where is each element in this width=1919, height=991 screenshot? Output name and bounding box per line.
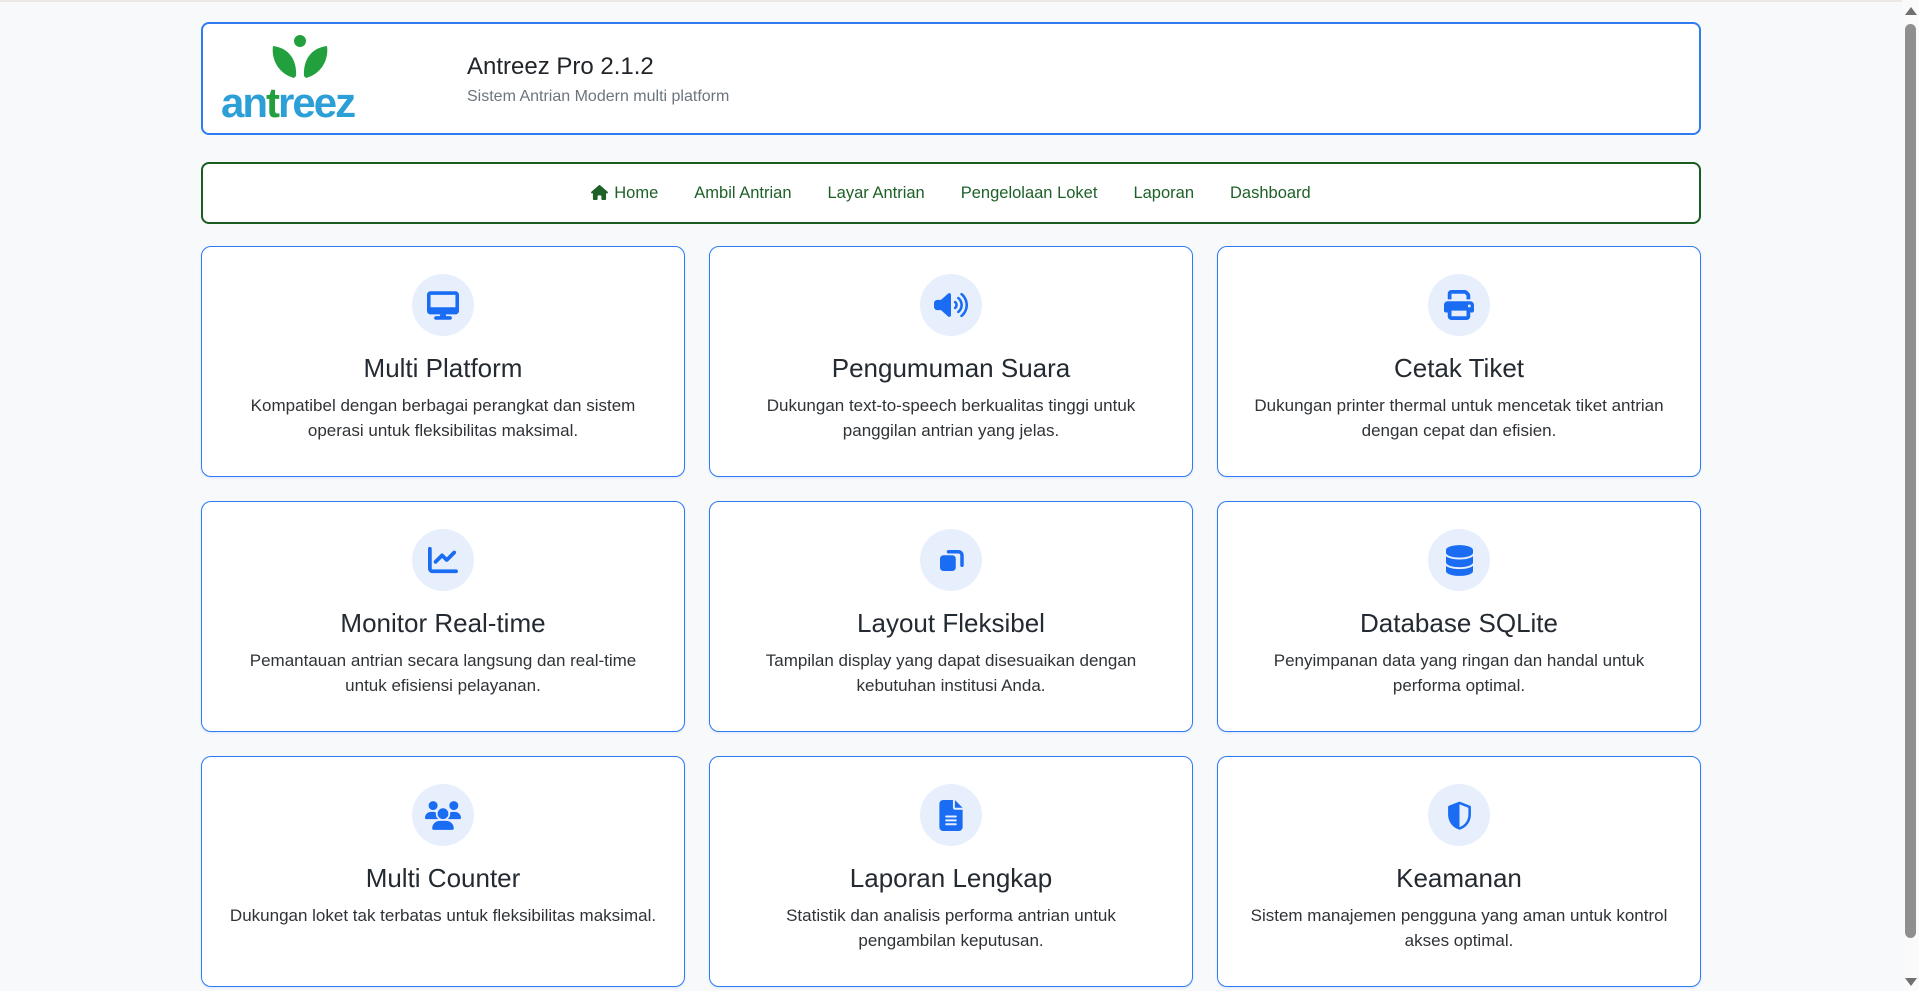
header-card: antreez Antreez Pro 2.1.2 Sistem Antrian…: [201, 22, 1701, 135]
scrollbar-up-arrow[interactable]: [1905, 7, 1917, 15]
feature-description: Pemantauan antrian secara langsung dan r…: [228, 649, 658, 698]
file-lines-icon: [939, 800, 963, 831]
nav-item-layar-antrian[interactable]: Layar Antrian: [828, 184, 925, 203]
feature-description: Dukungan printer thermal untuk mencetak …: [1244, 394, 1674, 443]
feature-card-laporan-lengkap: Laporan Lengkap Statistik dan analisis p…: [709, 756, 1193, 987]
feature-description: Dukungan loket tak terbatas untuk fleksi…: [228, 904, 658, 929]
feature-grid: Multi Platform Kompatibel dengan berbaga…: [201, 246, 1701, 987]
icon-circle: [412, 784, 474, 846]
feature-card-database-sqlite: Database SQLite Penyimpanan data yang ri…: [1217, 501, 1701, 732]
feature-description: Kompatibel dengan berbagai perangkat dan…: [228, 394, 658, 443]
feature-description: Penyimpanan data yang ringan dan handal …: [1244, 649, 1674, 698]
nav-item-pengelolaan-loket[interactable]: Pengelolaan Loket: [961, 184, 1098, 203]
plant-sprout-icon: [261, 34, 339, 84]
feature-description: Statistik dan analisis performa antrian …: [736, 904, 1166, 953]
page-container: antreez Antreez Pro 2.1.2 Sistem Antrian…: [201, 0, 1701, 987]
window-top-edge: [0, 0, 1919, 2]
nav-label: Layar Antrian: [828, 184, 925, 203]
vertical-scrollbar[interactable]: [1902, 0, 1919, 991]
main-navbar: Home Ambil Antrian Layar Antrian Pengelo…: [201, 162, 1701, 224]
nav-item-dashboard[interactable]: Dashboard: [1230, 184, 1311, 203]
antreez-logo: antreez: [221, 34, 379, 126]
icon-circle: [920, 529, 982, 591]
feature-title: Monitor Real-time: [222, 609, 664, 639]
logo-wordmark: antreez: [221, 82, 354, 124]
header-titles: Antreez Pro 2.1.2 Sistem Antrian Modern …: [467, 52, 729, 106]
icon-circle: [920, 274, 982, 336]
clone-icon: [936, 545, 966, 575]
speaker-icon: [934, 291, 968, 319]
feature-card-cetak-tiket: Cetak Tiket Dukungan printer thermal unt…: [1217, 246, 1701, 477]
nav-label: Laporan: [1133, 184, 1194, 203]
feature-title: Database SQLite: [1238, 609, 1680, 639]
feature-description: Sistem manajemen pengguna yang aman untu…: [1244, 904, 1674, 953]
printer-icon: [1444, 290, 1474, 320]
feature-title: Layout Fleksibel: [730, 609, 1172, 639]
users-icon: [425, 801, 461, 830]
icon-circle: [1428, 784, 1490, 846]
nav-item-ambil-antrian[interactable]: Ambil Antrian: [694, 184, 791, 203]
chart-line-icon: [428, 545, 458, 575]
feature-title: Cetak Tiket: [1238, 354, 1680, 384]
nav-label: Ambil Antrian: [694, 184, 791, 203]
nav-label: Dashboard: [1230, 184, 1311, 203]
feature-title: Multi Counter: [222, 864, 664, 894]
desktop-icon: [427, 291, 459, 320]
feature-card-layout-fleksibel: Layout Fleksibel Tampilan display yang d…: [709, 501, 1193, 732]
scrollbar-down-arrow[interactable]: [1905, 978, 1917, 986]
icon-circle: [412, 529, 474, 591]
feature-title: Keamanan: [1238, 864, 1680, 894]
icon-circle: [412, 274, 474, 336]
database-icon: [1446, 545, 1473, 576]
feature-card-pengumuman-suara: Pengumuman Suara Dukungan text-to-speech…: [709, 246, 1193, 477]
app-title: Antreez Pro 2.1.2: [467, 52, 729, 82]
feature-title: Multi Platform: [222, 354, 664, 384]
feature-description: Tampilan display yang dapat disesuaikan …: [736, 649, 1166, 698]
shield-icon: [1445, 800, 1474, 831]
icon-circle: [920, 784, 982, 846]
feature-card-monitor-realtime: Monitor Real-time Pemantauan antrian sec…: [201, 501, 685, 732]
feature-title: Pengumuman Suara: [730, 354, 1172, 384]
icon-circle: [1428, 274, 1490, 336]
feature-card-multi-platform: Multi Platform Kompatibel dengan berbaga…: [201, 246, 685, 477]
feature-card-multi-counter: Multi Counter Dukungan loket tak terbata…: [201, 756, 685, 987]
app-subtitle: Sistem Antrian Modern multi platform: [467, 88, 729, 106]
icon-circle: [1428, 529, 1490, 591]
feature-description: Dukungan text-to-speech berkualitas ting…: [736, 394, 1166, 443]
scrollbar-thumb[interactable]: [1905, 24, 1916, 938]
nav-item-home[interactable]: Home: [591, 184, 658, 203]
nav-label: Home: [614, 184, 658, 203]
nav-label: Pengelolaan Loket: [961, 184, 1098, 203]
feature-card-keamanan: Keamanan Sistem manajemen pengguna yang …: [1217, 756, 1701, 987]
nav-item-laporan[interactable]: Laporan: [1133, 184, 1194, 203]
feature-title: Laporan Lengkap: [730, 864, 1172, 894]
home-icon: [591, 185, 608, 200]
